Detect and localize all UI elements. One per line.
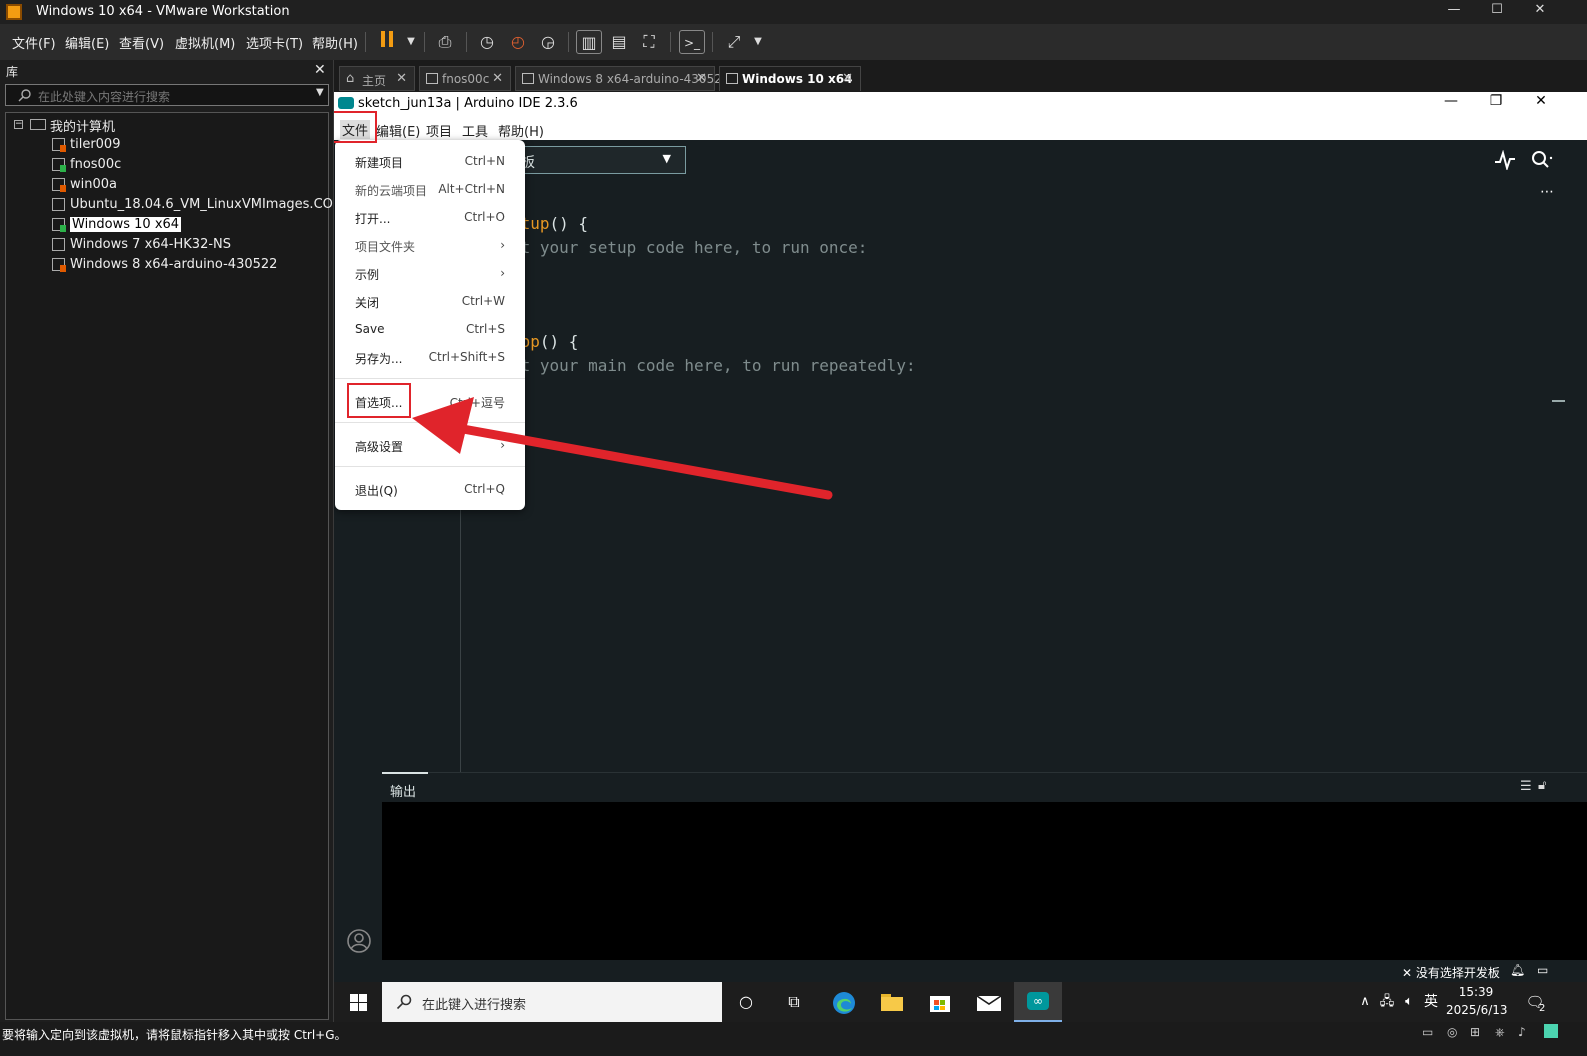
vm-icon (52, 138, 66, 152)
toolbar-separator (670, 32, 671, 52)
window-title: Windows 10 x64 - VMware Workstation (36, 4, 290, 19)
vm-icon (52, 178, 66, 192)
close-button[interactable]: ✕ (1530, 2, 1550, 22)
library-view-icon[interactable]: ▥ (576, 30, 602, 54)
library-panel: 库 ✕ 在此处键入内容进行搜索 ▼ − 我的计算机 tiler009 fnos0… (0, 60, 344, 1022)
menu-edit[interactable]: 编辑(E) (65, 33, 109, 52)
vm-icon (52, 218, 66, 232)
status-message: 要将输入定向到该虚拟机，请将鼠标指针移入其中或按 Ctrl+G。 (2, 1028, 347, 1042)
revert-snapshot-icon[interactable]: ◴ (505, 30, 531, 54)
vmware-menubar: 文件(F) 编辑(E) 查看(V) 虚拟机(M) 选项卡(T) 帮助(H) ▼ … (0, 24, 1587, 60)
tree-item-vm-selected[interactable]: Windows 10 x64 (50, 215, 185, 235)
tree-item-vm[interactable]: win00a (50, 175, 121, 195)
search-icon (18, 89, 31, 102)
tree-item-vm[interactable]: Windows 8 x64-arduino-430522 (50, 255, 281, 275)
home-icon: ⌂ (346, 71, 355, 86)
vm-icon (52, 258, 66, 272)
library-search-input[interactable]: 在此处键入内容进行搜索 ▼ (5, 84, 329, 106)
chevron-down-icon[interactable]: ▼ (316, 87, 324, 98)
annotation-arrow (412, 397, 833, 500)
tab-home[interactable]: ⌂ 主页 ✕ (339, 66, 415, 91)
tab-windows10[interactable]: Windows 10 x64 ✕ (719, 66, 861, 91)
computer-icon (30, 119, 46, 130)
vmware-status-bar: 要将输入定向到该虚拟机，请将鼠标指针移入其中或按 Ctrl+G。 ▭ ◎ ⊞ ⎈… (0, 1022, 1587, 1056)
library-close-icon[interactable]: ✕ (314, 62, 326, 78)
menu-file[interactable]: 文件(F) (12, 33, 56, 52)
library-header: 库 (6, 65, 19, 79)
stretch-guest-icon[interactable]: ⤢ (721, 30, 747, 54)
vm-icon (52, 158, 66, 172)
vmware-title-bar: Windows 10 x64 - VMware Workstation — ☐ … (0, 0, 1587, 24)
menu-vm[interactable]: 虚拟机(M) (175, 33, 235, 52)
tab-windows8[interactable]: Windows 8 x64-arduino-430522 ✕ (515, 66, 729, 91)
minimize-button[interactable]: — (1444, 2, 1464, 22)
menu-view[interactable]: 查看(V) (119, 33, 164, 52)
vm-tab-bar: ⌂ 主页 ✕ fnos00c ✕ Windows 8 x64-arduino-4305… (334, 60, 1587, 92)
maximize-button[interactable]: ☐ (1487, 2, 1507, 22)
tab-close-icon[interactable]: ✕ (492, 71, 503, 86)
send-ctrl-alt-del-icon[interactable]: ⎙ (432, 30, 458, 54)
menu-help[interactable]: 帮助(H) (312, 33, 358, 52)
vm-icon (726, 73, 738, 84)
cd-icon[interactable]: ◎ (1447, 1025, 1457, 1039)
snapshot-manager-icon[interactable]: ◶ (535, 30, 561, 54)
vm-icon (52, 198, 65, 211)
toolbar-separator (424, 32, 425, 52)
pause-icon[interactable] (374, 30, 400, 54)
chevron-down-icon[interactable]: ▼ (398, 30, 424, 54)
full-screen-icon[interactable]: ⛶ (636, 30, 662, 54)
vm-icon (522, 73, 534, 84)
tree-item-vm[interactable]: fnos00c (50, 155, 125, 175)
sound-icon[interactable]: ♪ (1518, 1025, 1526, 1039)
tree-item-vm[interactable]: Ubuntu_18.04.6_VM_LinuxVMImages.COM (50, 195, 348, 215)
toolbar-separator (568, 32, 569, 52)
usb-icon[interactable]: ⎈ (1495, 1025, 1505, 1040)
tab-close-icon[interactable]: ✕ (396, 71, 407, 86)
guest-screen[interactable]: sketch_jun13a | Arduino IDE 2.3.6 — ❐ ✕ … (334, 92, 1587, 1022)
tab-fnos00c[interactable]: fnos00c ✕ (419, 66, 511, 91)
collapse-icon[interactable]: − (14, 120, 23, 129)
library-tree: − 我的计算机 tiler009 fnos00c win00a Ubuntu_1… (5, 112, 344, 1020)
vm-icon (52, 238, 65, 251)
toolbar-separator (466, 32, 467, 52)
snapshot-icon[interactable]: ◷ (474, 30, 500, 54)
toolbar-separator (712, 32, 713, 52)
tree-item-vm[interactable]: tiler009 (50, 135, 124, 155)
menu-tabs[interactable]: 选项卡(T) (246, 33, 303, 52)
toolbar-separator (365, 32, 366, 52)
hdd-icon[interactable]: ▭ (1422, 1025, 1433, 1039)
tree-item-vm[interactable]: Windows 7 x64-HK32-NS (50, 235, 235, 255)
tab-close-icon[interactable]: ✕ (696, 71, 707, 86)
console-view-icon[interactable]: >_ (679, 30, 705, 54)
network-adapter-icon[interactable]: ⊞ (1470, 1025, 1480, 1039)
vmware-logo-icon (6, 4, 22, 20)
message-log-icon[interactable] (1544, 1024, 1558, 1038)
search-placeholder: 在此处键入内容进行搜索 (38, 90, 171, 104)
chevron-down-icon[interactable]: ▼ (745, 30, 771, 54)
tab-close-icon[interactable]: ✕ (842, 71, 853, 86)
vm-icon (426, 73, 438, 84)
thumbnail-bar-icon[interactable]: ▤ (606, 30, 632, 54)
tree-root-label[interactable]: 我的计算机 (50, 116, 115, 135)
